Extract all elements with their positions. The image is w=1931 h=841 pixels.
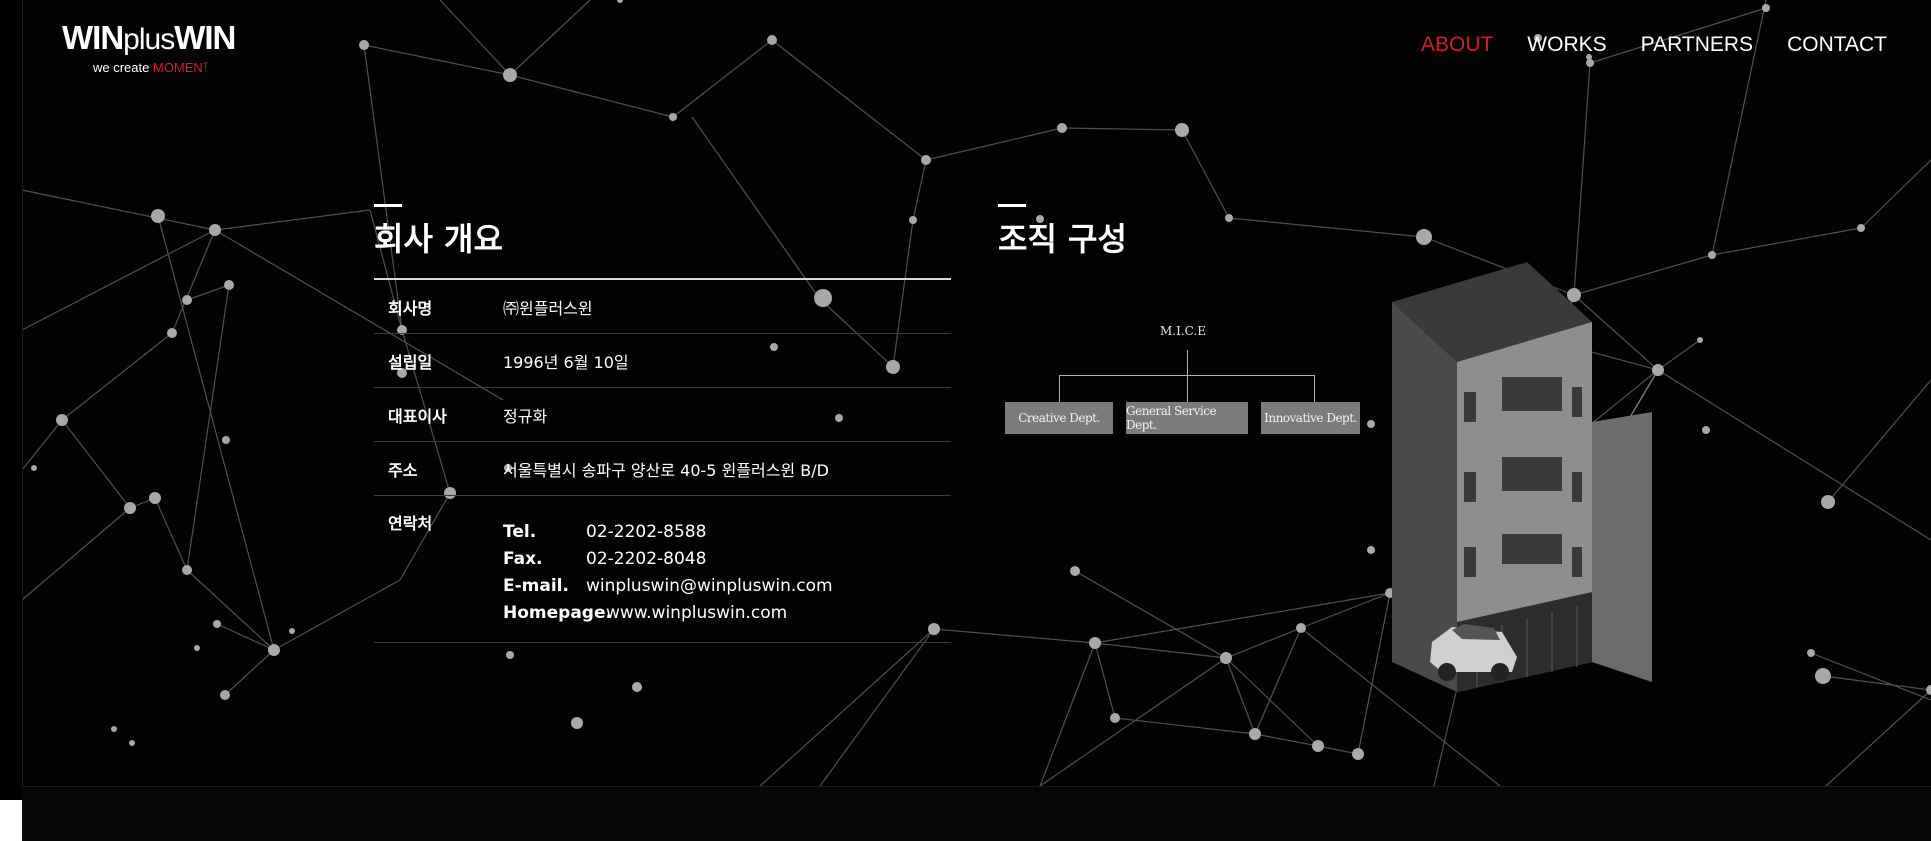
table-row-contact: 연락처 Tel. 02-2202-8588 Fax. 02-2202-8048 … [374,496,951,643]
tel-value: 02-2202-8588 [586,521,707,542]
row-label: 설립일 [388,352,433,372]
contact-details: Tel. 02-2202-8588 Fax. 02-2202-8048 E-ma… [503,496,833,626]
tagline-accent: MOMENᵀ [152,60,209,75]
nav-works[interactable]: WORKS [1527,33,1606,57]
logo-part-plus: plus [123,23,175,56]
org-connector-vertical [1187,350,1188,402]
homepage-value[interactable]: www.winpluswin.com [606,603,787,623]
contact-tel: Tel. 02-2202-8588 [503,518,833,545]
org-chart: M.I.C.E Creative Dept. General Service D… [1004,322,1364,442]
logo-part-win: WIN [62,19,124,56]
overview-title: 회사 개요 [374,220,503,258]
org-root-label: M.I.C.E [1160,324,1206,338]
row-label: 대표이사 [388,406,447,426]
org-title: 조직 구성 [998,220,1127,258]
logo-wordmark: WINplusWIN [62,19,236,58]
table-row: 주소 서울특별시 송파구 양산로 40-5 윈플러스윈 B/D [374,442,951,496]
table-row: 설립일 1996년 6월 10일 [374,334,951,388]
email-value[interactable]: winpluswin@winpluswin.com [586,576,833,596]
row-label: 주소 [388,460,418,480]
tel-key: Tel. [503,521,537,542]
contact-email: E-mail. winpluswin@winpluswin.com [503,572,833,599]
row-value: ㈜윈플러스윈 [503,298,593,318]
main-nav: ABOUT WORKS PARTNERS CONTACT [1421,33,1887,57]
dept-innovative: Innovative Dept. [1261,402,1360,434]
logo-part-win-2: WIN [174,19,236,56]
contact-homepage: Homepage. www.winpluswin.com [503,599,833,626]
brand-logo[interactable]: WINplusWIN we create MOMENᵀ [62,19,236,76]
org-title-dash [998,204,1026,207]
row-label: 연락처 [388,514,433,533]
corner-block [0,800,22,841]
contact-fax: Fax. 02-2202-8048 [503,545,833,572]
fax-key: Fax. [503,548,543,569]
tagline-prefix: we create [93,60,153,75]
row-value: 1996년 6월 10일 [503,352,629,372]
nav-about[interactable]: ABOUT [1421,33,1493,57]
company-info-table: 회사명 ㈜윈플러스윈 설립일 1996년 6월 10일 대표이사 정규화 주소 … [374,278,951,643]
nav-partners[interactable]: PARTNERS [1641,33,1753,57]
about-page: WINplusWIN we create MOMENᵀ ABOUT WORKS … [0,0,1931,841]
logo-tagline: we create MOMENᵀ [93,60,235,75]
row-value: 정규화 [503,406,548,426]
table-row: 회사명 ㈜윈플러스윈 [374,280,951,334]
dept-creative: Creative Dept. [1005,402,1113,434]
org-connector-horizontal [1059,375,1315,376]
dept-general-service: General Service Dept. [1126,402,1248,434]
row-label: 회사명 [388,298,433,318]
row-value: 서울특별시 송파구 양산로 40-5 윈플러스윈 B/D [503,460,829,480]
nav-contact[interactable]: CONTACT [1787,33,1887,57]
org-connector-right [1314,375,1315,402]
footer-band [22,786,1931,841]
fax-value: 02-2202-8048 [586,548,707,569]
table-row: 대표이사 정규화 [374,388,951,442]
building-illustration [1392,262,1652,692]
email-key: E-mail. [503,575,569,596]
overview-title-dash [374,204,402,207]
org-connector-left [1059,375,1060,402]
left-edge-strip [0,0,23,841]
homepage-key: Homepage. [503,602,612,623]
